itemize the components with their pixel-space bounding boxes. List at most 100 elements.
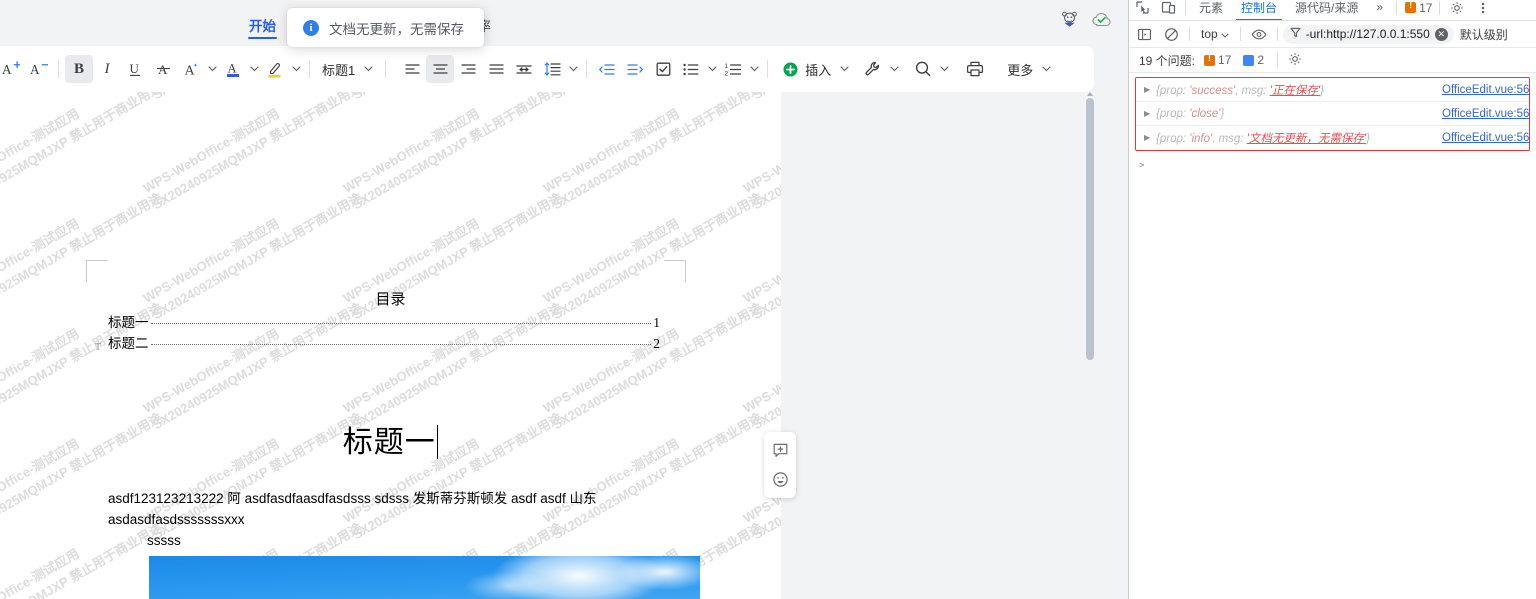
bold-button[interactable]: B — [65, 55, 93, 83]
add-comment-icon[interactable] — [768, 439, 792, 463]
paragraph-style-chevron-down-icon[interactable] — [361, 56, 375, 82]
toc-entry-1-label: 标题一 — [108, 315, 149, 330]
tab-sources[interactable]: 源代码/来源 — [1286, 0, 1367, 20]
insert-chevron-down-icon[interactable] — [837, 56, 851, 82]
console-log-row[interactable]: ▶ {prop: 'close'} OfficeEdit.vue:56 — [1136, 102, 1529, 126]
tools-chevron-down-icon[interactable] — [887, 56, 901, 82]
checkbox-list-button[interactable] — [649, 55, 677, 83]
toolbar-divider-3 — [385, 60, 387, 78]
more-button[interactable]: 更多 — [1001, 55, 1039, 83]
search-button[interactable] — [909, 55, 937, 83]
document-page[interactable]: WPS-WebOffice-测试应用 SX20240925MQMJXP 禁止用于商… — [0, 92, 781, 599]
more-label: 更多 — [1007, 62, 1034, 78]
toc-entry-1[interactable]: 标题一 1 — [108, 311, 660, 331]
document-paragraph-1[interactable]: asdf123123213222 阿 asdfasdfaasdfasdsss s… — [108, 488, 668, 530]
expand-arrow-icon[interactable]: ▶ — [1144, 134, 1156, 142]
console-toolbar-divider — [1189, 27, 1190, 41]
clear-console-icon[interactable] — [1158, 21, 1184, 47]
font-color-chevron-down-icon[interactable] — [247, 56, 261, 82]
log-prefix: {prop: — [1156, 84, 1190, 97]
line-spacing-button[interactable] — [538, 55, 566, 83]
expand-arrow-icon[interactable]: ▶ — [1144, 109, 1156, 118]
console-filter-value: -url:http://127.0.0.1:550 — [1305, 27, 1430, 41]
log-level-select[interactable]: 默认级别 — [1455, 26, 1513, 43]
document-heading[interactable]: 标题一 — [0, 417, 781, 461]
console-sidebar-icon[interactable] — [1131, 21, 1157, 47]
bullet-list-button[interactable] — [677, 55, 705, 83]
search-chevron-down-icon[interactable] — [937, 56, 951, 82]
console-log-source-link[interactable]: OfficeEdit.vue:56 — [1442, 132, 1529, 144]
emoji-icon[interactable] — [768, 468, 792, 492]
document-image-sky[interactable] — [149, 556, 700, 599]
italic-button[interactable]: I — [93, 55, 121, 83]
tab-elements-label: 元素 — [1199, 0, 1224, 15]
settings-gear-icon[interactable] — [1444, 0, 1470, 20]
more-chevron-down-icon[interactable] — [1039, 56, 1053, 82]
clear-filter-icon[interactable]: ✕ — [1434, 27, 1448, 41]
log-value: '正在保存' — [1269, 84, 1321, 97]
align-distributed-button[interactable] — [510, 55, 538, 83]
more-options-icon[interactable] — [1470, 0, 1496, 20]
console-log-source-link[interactable]: OfficeEdit.vue:56 — [1442, 108, 1529, 120]
print-button[interactable] — [961, 55, 989, 83]
highlight-color-button[interactable] — [261, 55, 289, 83]
document-paragraph-2[interactable]: sssss — [147, 530, 707, 551]
tab-elements[interactable]: 元素 — [1190, 0, 1232, 20]
line-spacing-chevron-down-icon[interactable] — [566, 56, 580, 82]
decrease-indent-button[interactable] — [593, 55, 621, 83]
floating-comment-toolbar — [764, 432, 796, 498]
console-log-source-link[interactable]: OfficeEdit.vue:56 — [1442, 84, 1529, 96]
toc-entry-2[interactable]: 标题二 2 — [108, 332, 660, 352]
font-shrink-icon[interactable]: A — [24, 55, 52, 83]
numbered-list-chevron-down-icon[interactable] — [747, 56, 761, 82]
console-log-row[interactable]: ▶ {prop: 'success', msg: '正在保存'} OfficeE… — [1136, 78, 1529, 102]
issues-warning-chip: 17 — [1201, 53, 1234, 67]
font-grow-icon[interactable]: A — [0, 55, 24, 83]
align-left-button[interactable] — [398, 55, 426, 83]
wps-editor: 开始 效率 — [0, 0, 1128, 599]
insert-button[interactable]: 插入 — [780, 55, 837, 83]
svg-text:A: A — [184, 64, 195, 79]
toc-title: 目录 — [375, 292, 406, 308]
issues-divider — [1277, 53, 1279, 67]
document-scrollbar[interactable] — [1084, 92, 1096, 599]
warning-count-chip[interactable]: 17 — [1401, 0, 1435, 15]
paragraph-style-dropdown[interactable]: 标题1 — [316, 55, 361, 83]
toast-message: 文档无更新，无需保存 — [329, 21, 464, 37]
live-expression-icon[interactable] — [1246, 21, 1272, 47]
numbered-list-button[interactable]: 12 — [719, 55, 747, 83]
execution-context-select[interactable]: top — [1195, 25, 1235, 43]
scrollbar-thumb[interactable] — [1086, 98, 1094, 360]
increase-indent-button[interactable] — [621, 55, 649, 83]
chevron-down-icon — [1221, 27, 1229, 41]
strikethrough-button[interactable]: A — [149, 55, 177, 83]
issues-summary-bar[interactable]: 19 个问题: 17 2 — [1129, 48, 1536, 73]
issues-settings-gear-icon[interactable] — [1288, 52, 1302, 69]
bullet-list-chevron-down-icon[interactable] — [705, 56, 719, 82]
console-filter-input[interactable]: -url:http://127.0.0.1:550 ✕ — [1282, 24, 1454, 44]
inspect-element-icon[interactable] — [1129, 0, 1155, 20]
mascot-icon[interactable] — [1060, 10, 1079, 34]
tab-home[interactable]: 开始 — [240, 11, 285, 46]
font-color-button[interactable]: A — [219, 55, 247, 83]
console-prompt[interactable]: > — [1129, 155, 1536, 175]
expand-arrow-icon[interactable]: ▶ — [1144, 85, 1156, 94]
scroll-up-arrow-icon[interactable] — [1087, 92, 1093, 96]
log-prefix: {prop: — [1156, 133, 1190, 145]
align-center-button[interactable] — [426, 55, 455, 83]
highlight-chevron-down-icon[interactable] — [289, 56, 303, 82]
warning-icon — [1204, 53, 1216, 66]
text-effect-chevron-down-icon[interactable] — [205, 56, 219, 82]
tab-console[interactable]: 控制台 — [1232, 0, 1286, 20]
tools-button[interactable] — [859, 55, 887, 83]
underline-button[interactable]: U — [121, 55, 149, 83]
toc-entry-2-label: 标题二 — [108, 336, 149, 351]
text-effect-button[interactable]: A — [177, 55, 205, 83]
cloud-sync-icon[interactable] — [1091, 10, 1112, 34]
tab-overflow-button[interactable]: » — [1367, 0, 1392, 19]
align-justify-button[interactable] — [482, 55, 510, 83]
console-log-row[interactable]: ▶ {prop: 'info', msg: '文档无更新，无需保存'} Offi… — [1136, 126, 1529, 150]
formatting-toolbar: A A B I U A A A 标题1 1 2 插入 更多 — [0, 46, 1094, 92]
device-toolbar-icon[interactable] — [1155, 0, 1181, 20]
align-right-button[interactable] — [454, 55, 482, 83]
